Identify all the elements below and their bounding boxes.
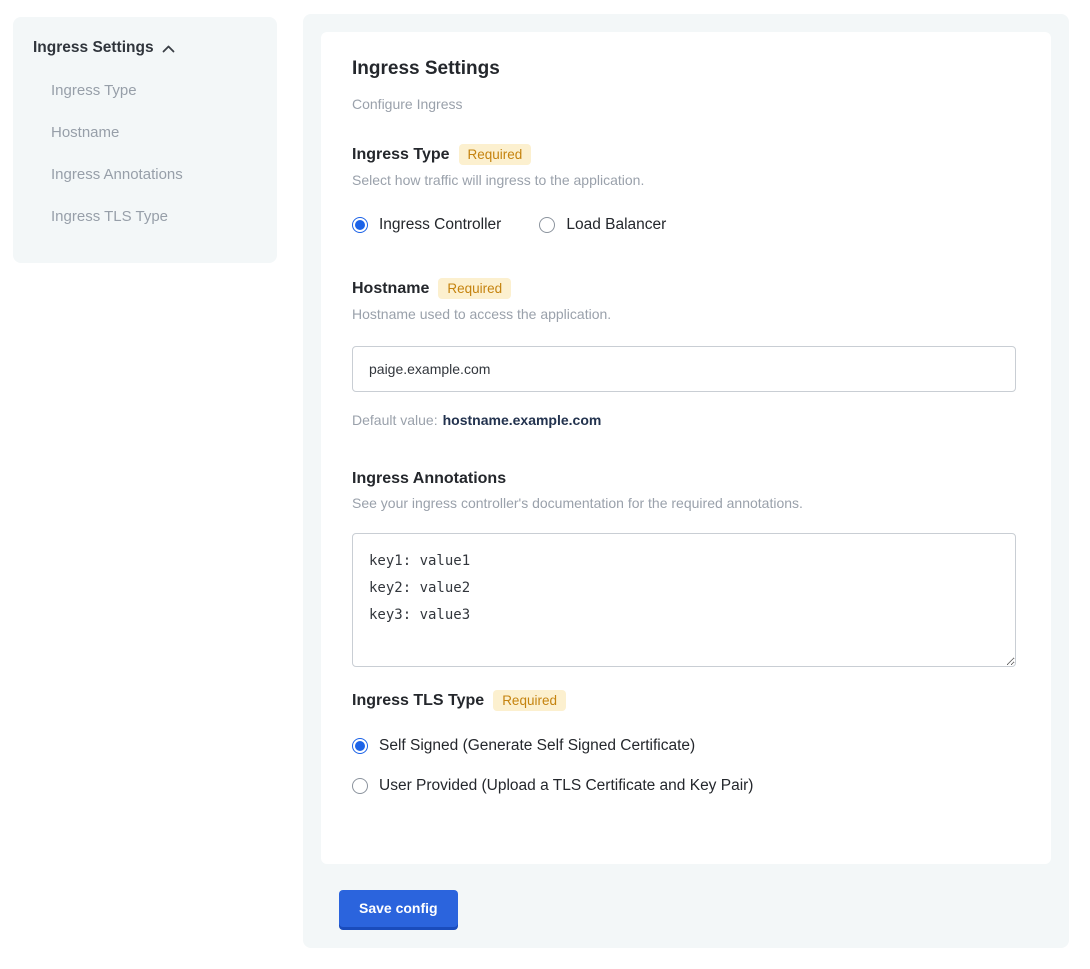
self-signed-radio[interactable] bbox=[352, 738, 368, 754]
ingress-settings-card: Ingress Settings Configure Ingress Ingre… bbox=[321, 32, 1051, 864]
sidebar-item-ingress-type[interactable]: Ingress Type bbox=[33, 69, 257, 111]
field-hostname: Hostname Required Hostname used to acces… bbox=[352, 278, 1020, 428]
default-value-label: Default value: bbox=[352, 412, 438, 428]
sidebar-item-list: Ingress Type Hostname Ingress Annotation… bbox=[33, 69, 257, 237]
radio-label: Self Signed (Generate Self Signed Certif… bbox=[379, 737, 695, 755]
chevron-up-icon bbox=[162, 45, 175, 53]
user-provided-radio[interactable] bbox=[352, 778, 368, 794]
radio-option-ingress-controller[interactable]: Ingress Controller bbox=[352, 216, 501, 234]
config-nav-sidebar: Ingress Settings Ingress Type Hostname I… bbox=[13, 17, 277, 263]
default-value: hostname.example.com bbox=[443, 412, 602, 428]
radio-option-user-provided[interactable]: User Provided (Upload a TLS Certificate … bbox=[352, 777, 1020, 795]
field-ingress-tls-type: Ingress TLS Type Required Self Signed (G… bbox=[352, 690, 1020, 795]
ingress-type-label: Ingress Type bbox=[352, 146, 450, 164]
radio-label: Load Balancer bbox=[566, 216, 666, 234]
page-subtitle: Configure Ingress bbox=[352, 96, 1020, 112]
radio-label: Ingress Controller bbox=[379, 216, 501, 234]
config-main-panel: Ingress Settings Configure Ingress Ingre… bbox=[303, 14, 1069, 948]
ingress-controller-radio[interactable] bbox=[352, 217, 368, 233]
sidebar-item-ingress-annotations[interactable]: Ingress Annotations bbox=[33, 153, 257, 195]
radio-option-self-signed[interactable]: Self Signed (Generate Self Signed Certif… bbox=[352, 737, 1020, 755]
ingress-type-options: Ingress Controller Load Balancer bbox=[352, 216, 1020, 234]
radio-option-load-balancer[interactable]: Load Balancer bbox=[539, 216, 666, 234]
tls-type-options: Self Signed (Generate Self Signed Certif… bbox=[352, 737, 1020, 795]
sidebar-group-ingress-settings[interactable]: Ingress Settings bbox=[33, 39, 257, 57]
load-balancer-radio[interactable] bbox=[539, 217, 555, 233]
required-badge: Required bbox=[459, 144, 532, 165]
hostname-label: Hostname bbox=[352, 280, 429, 298]
annotations-textarea[interactable]: key1: value1 key2: value2 key3: value3 bbox=[352, 533, 1016, 667]
required-badge: Required bbox=[493, 690, 566, 711]
sidebar-item-ingress-tls-type[interactable]: Ingress TLS Type bbox=[33, 195, 257, 237]
hostname-help: Hostname used to access the application. bbox=[352, 306, 1020, 322]
field-ingress-annotations: Ingress Annotations See your ingress con… bbox=[352, 470, 1020, 672]
radio-label: User Provided (Upload a TLS Certificate … bbox=[379, 777, 753, 795]
hostname-input[interactable] bbox=[352, 346, 1016, 392]
tls-type-label: Ingress TLS Type bbox=[352, 692, 484, 710]
save-config-button[interactable]: Save config bbox=[339, 890, 458, 927]
sidebar-group-label: Ingress Settings bbox=[33, 39, 154, 57]
required-badge: Required bbox=[438, 278, 511, 299]
sidebar-item-hostname[interactable]: Hostname bbox=[33, 111, 257, 153]
ingress-type-help: Select how traffic will ingress to the a… bbox=[352, 172, 1020, 188]
annotations-help: See your ingress controller's documentat… bbox=[352, 495, 1020, 511]
hostname-default-line: Default value: hostname.example.com bbox=[352, 412, 1020, 428]
page-title: Ingress Settings bbox=[352, 58, 1020, 80]
field-ingress-type: Ingress Type Required Select how traffic… bbox=[352, 144, 1020, 234]
annotations-label: Ingress Annotations bbox=[352, 470, 506, 488]
